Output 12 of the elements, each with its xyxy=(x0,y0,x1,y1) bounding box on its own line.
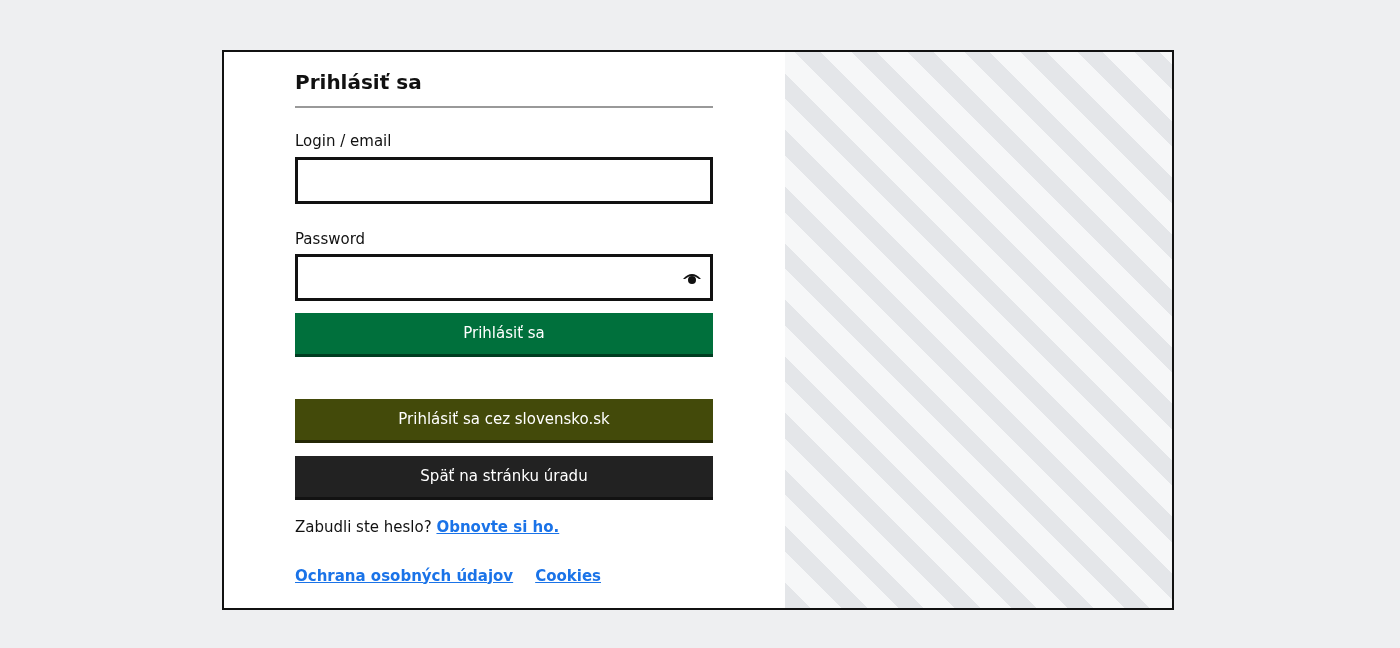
login-button[interactable]: Prihlásiť sa xyxy=(295,313,713,357)
footer-link[interactable]: Cookies xyxy=(535,564,601,587)
login-field[interactable] xyxy=(295,156,713,204)
forgot-password-text: Zabudli ste heslo? Obnovte si ho. xyxy=(295,517,561,538)
field-label: Password xyxy=(295,228,367,250)
back-button[interactable]: Späť na stránku úradu xyxy=(295,456,713,500)
reset-password-link[interactable]: Obnovte si ho. xyxy=(436,518,560,536)
slovensko-login-button[interactable]: Prihlásiť sa cez slovensko.sk xyxy=(295,399,713,443)
page-title: Prihlásiť sa xyxy=(295,70,423,94)
field-label: Login / email xyxy=(295,131,393,152)
footer-link[interactable]: Ochrana osobných údajov xyxy=(295,564,514,587)
password-field[interactable] xyxy=(295,254,713,301)
